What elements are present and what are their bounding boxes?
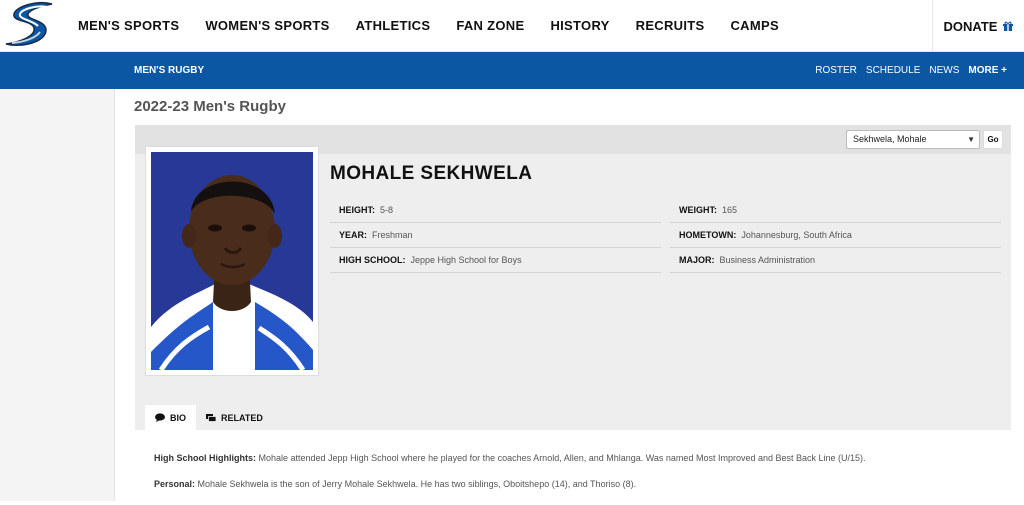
fact-label: HOMETOWN: — [679, 230, 737, 240]
menu-mens-sports[interactable]: MEN'S SPORTS — [78, 18, 179, 33]
fact-label: MAJOR: — [679, 255, 715, 265]
bio-personal-label: Personal: — [154, 479, 196, 489]
menu-womens-sports[interactable]: WOMEN'S SPORTS — [205, 18, 329, 33]
tab-label: RELATED — [221, 412, 263, 423]
menu-camps[interactable]: CAMPS — [730, 18, 778, 33]
subnav-roster[interactable]: ROSTER — [815, 65, 857, 76]
player-headshot-image — [151, 152, 313, 370]
player-photo — [145, 146, 319, 376]
sport-title[interactable]: MEN'S RUGBY — [134, 52, 204, 89]
fact-height: HEIGHT: 5-8 — [330, 198, 661, 223]
chevron-down-icon: ▼ — [967, 135, 975, 144]
sport-subnav: MEN'S RUGBY ROSTER SCHEDULE NEWS MORE + — [0, 52, 1024, 89]
player-select-value: Sekhwela, Mohale — [853, 134, 927, 144]
menu-fan-zone[interactable]: FAN ZONE — [456, 18, 524, 33]
fact-value: 165 — [722, 205, 738, 215]
go-button[interactable]: Go — [983, 130, 1003, 149]
bio-content: High School Highlights: Mohale attended … — [154, 453, 1004, 505]
speech-bubble-icon — [155, 413, 165, 422]
bio-highlights: High School Highlights: Mohale attended … — [154, 453, 1004, 464]
left-rail — [0, 89, 115, 501]
donate-button[interactable]: DONATE — [932, 0, 1024, 52]
player-tabs: BIO RELATED — [145, 405, 273, 430]
fact-major: MAJOR: Business Administration — [670, 248, 1001, 273]
fact-value: Freshman — [372, 230, 413, 240]
tab-related[interactable]: RELATED — [196, 405, 273, 430]
bio-personal-text: Mohale Sekhwela is the son of Jerry Moha… — [195, 479, 637, 489]
fact-year: YEAR: Freshman — [330, 223, 661, 248]
subnav-more[interactable]: MORE + — [968, 65, 1007, 76]
fact-value: Business Administration — [719, 255, 816, 265]
fact-label: YEAR: — [339, 230, 368, 240]
menu-athletics[interactable]: ATHLETICS — [356, 18, 431, 33]
page-title: 2022-23 Men's Rugby — [134, 98, 286, 115]
fact-value: Jeppe High School for Boys — [410, 255, 522, 265]
bio-personal: Personal: Mohale Sekhwela is the son of … — [154, 479, 1004, 490]
menu-recruits[interactable]: RECRUITS — [636, 18, 705, 33]
player-name: MOHALE SEKHWELA — [330, 163, 533, 184]
fact-label: HEIGHT: — [339, 205, 375, 215]
tab-label: BIO — [170, 412, 187, 423]
fact-value: 5-8 — [380, 205, 394, 215]
subnav-schedule[interactable]: SCHEDULE — [866, 65, 920, 76]
bio-highlights-text: Mohale attended Jepp High School where h… — [256, 453, 866, 463]
fact-hometown: HOMETOWN: Johannesburg, South Africa — [670, 223, 1001, 248]
fact-value: Johannesburg, South Africa — [741, 230, 852, 240]
fact-weight: WEIGHT: 165 — [670, 198, 1001, 223]
top-navigation: MEN'S SPORTS WOMEN'S SPORTS ATHLETICS FA… — [0, 0, 1024, 52]
fact-label: WEIGHT: — [679, 205, 717, 215]
fact-label: HIGH SCHOOL: — [339, 255, 406, 265]
player-panel: Sekhwela, Mohale ▼ Go MOHALE SEKHWELA HE… — [135, 125, 1011, 430]
subnav-news[interactable]: NEWS — [929, 65, 959, 76]
stacked-cards-icon — [206, 414, 217, 422]
donate-label: DONATE — [943, 18, 998, 34]
sport-links: ROSTER SCHEDULE NEWS MORE + — [815, 52, 1007, 89]
bio-highlights-label: High School Highlights: — [154, 453, 256, 463]
fact-high-school: HIGH SCHOOL: Jeppe High School for Boys — [330, 248, 661, 273]
menu-history[interactable]: HISTORY — [550, 18, 609, 33]
main-menu: MEN'S SPORTS WOMEN'S SPORTS ATHLETICS FA… — [78, 0, 805, 50]
school-logo-icon[interactable] — [2, 0, 56, 48]
gift-icon — [1003, 21, 1014, 31]
player-select[interactable]: Sekhwela, Mohale ▼ — [846, 130, 980, 149]
tab-bio[interactable]: BIO — [145, 405, 197, 430]
